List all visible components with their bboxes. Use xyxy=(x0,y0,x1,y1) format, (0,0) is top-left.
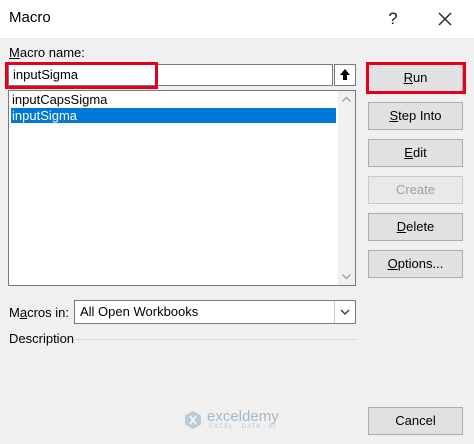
title-bar: Macro ? xyxy=(0,0,474,39)
scroll-down-icon[interactable] xyxy=(338,268,355,285)
help-button[interactable]: ? xyxy=(382,6,404,32)
watermark-tagline: EXCEL · DATA · BI xyxy=(209,424,277,430)
macro-name-highlight xyxy=(5,62,158,89)
collapse-dialog-button[interactable] xyxy=(334,64,356,86)
edit-button[interactable]: Edit xyxy=(368,139,463,167)
exceldemy-logo-icon xyxy=(185,411,201,429)
list-item[interactable]: inputCapsSigma xyxy=(11,92,336,107)
watermark-logo: exceldemy EXCEL · DATA · BI xyxy=(183,408,303,432)
macros-in-label: Macros in: xyxy=(9,305,69,320)
chevron-down-icon[interactable] xyxy=(334,301,355,323)
macro-name-label: Macro name: xyxy=(9,45,85,60)
delete-button[interactable]: Delete xyxy=(368,213,463,241)
watermark-name: exceldemy xyxy=(207,408,279,425)
list-scrollbar[interactable] xyxy=(338,91,355,285)
up-arrow-icon xyxy=(340,69,350,80)
step-into-button[interactable]: Step Into xyxy=(368,102,463,130)
description-divider xyxy=(76,339,356,340)
run-button-highlight xyxy=(366,62,466,94)
macros-in-value: All Open Workbooks xyxy=(80,304,199,319)
options-button[interactable]: Options... xyxy=(368,250,463,278)
macro-list[interactable]: inputCapsSigma inputSigma xyxy=(8,90,356,286)
scroll-up-icon[interactable] xyxy=(338,91,355,108)
macros-in-select[interactable]: All Open Workbooks xyxy=(74,300,356,324)
close-icon[interactable] xyxy=(430,4,460,34)
description-label: Description xyxy=(9,331,75,346)
window-title: Macro xyxy=(9,9,51,26)
cancel-button[interactable]: Cancel xyxy=(368,407,463,435)
list-item-selected[interactable]: inputSigma xyxy=(11,108,336,123)
create-button[interactable]: Create xyxy=(368,176,463,204)
